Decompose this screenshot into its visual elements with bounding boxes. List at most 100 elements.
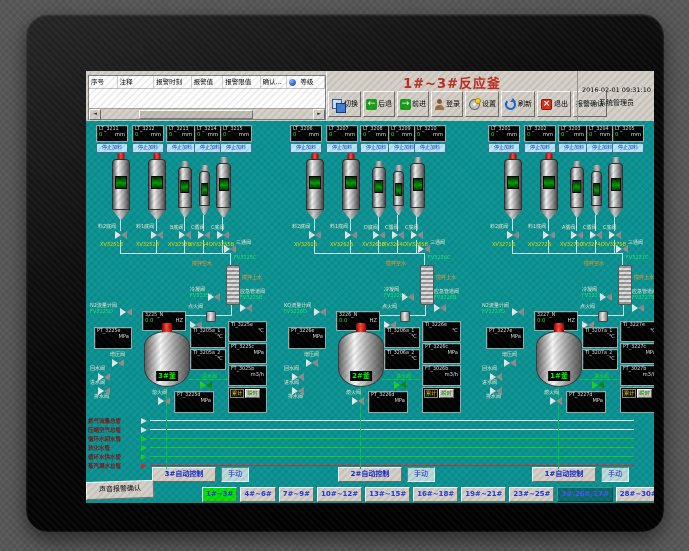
three-way-valve-icon[interactable] — [418, 245, 430, 254]
auto-control-button[interactable]: 3#自动控制 — [152, 467, 216, 482]
pipe — [512, 219, 513, 231]
auto-control-button[interactable]: 1#自动控制 — [532, 467, 596, 482]
feed-status-label[interactable]: 停止加料 — [220, 143, 252, 153]
valve-icon[interactable] — [504, 359, 516, 368]
inline-filter — [598, 311, 608, 322]
valve-icon[interactable] — [208, 293, 220, 302]
nav-page-button[interactable]: 28#~30# — [616, 487, 654, 502]
nav-page-button[interactable]: 13#~15# — [365, 487, 410, 502]
nav-page-button[interactable]: 7#~9# — [279, 487, 314, 502]
temperature-display: TI_3205a_2℃ — [190, 349, 226, 370]
totalizer-mode-button[interactable]: 累计 — [230, 389, 244, 398]
settings-button[interactable]: 设置 — [465, 91, 499, 117]
valve-icon[interactable] — [434, 304, 446, 313]
valve-icon[interactable] — [240, 304, 252, 313]
valve-icon[interactable] — [314, 308, 326, 317]
switch-button[interactable]: 切换 — [328, 91, 361, 117]
valve-icon[interactable] — [151, 231, 163, 240]
forward-button[interactable]: 前进 — [397, 91, 429, 117]
valve-icon[interactable] — [394, 381, 406, 390]
valve-icon[interactable] — [352, 397, 364, 406]
instant-mode-button[interactable]: 瞬时 — [637, 389, 651, 398]
scroll-right-button[interactable]: ► — [313, 109, 325, 120]
alarm-table: 序号 注释 报警时刻 报警值 报警限值 确认... 等级 ◄ ► — [88, 75, 326, 120]
valve-icon[interactable] — [571, 231, 583, 240]
auto-control-button[interactable]: 2#自动控制 — [338, 467, 402, 482]
valve-icon[interactable] — [592, 381, 604, 390]
valve-icon[interactable] — [200, 381, 212, 390]
tank-level-screen — [572, 180, 581, 193]
valve-label: 增压阀 — [304, 351, 319, 358]
valve-icon[interactable] — [632, 304, 644, 313]
valve-icon[interactable] — [590, 231, 602, 240]
login-button[interactable]: 登录 — [431, 91, 463, 117]
scrollbar-thumb[interactable] — [139, 110, 253, 119]
feed-status-label[interactable]: 停止加料 — [132, 143, 164, 153]
nav-page-button[interactable]: 4#~6# — [240, 487, 275, 502]
alarm-table-scrollbar[interactable]: ◄ ► — [89, 108, 325, 119]
instant-mode-button[interactable]: 瞬时 — [439, 389, 453, 398]
feed-status-label[interactable]: 停止加料 — [612, 143, 644, 153]
nav-page-button[interactable]: 19#~21# — [461, 487, 506, 502]
metering-tank — [199, 165, 210, 215]
valve-icon[interactable] — [306, 359, 318, 368]
valve-icon[interactable] — [490, 387, 502, 396]
valve-icon[interactable] — [309, 231, 321, 240]
feed-status-label[interactable]: 停止加料 — [290, 143, 322, 153]
level-display: LT_32030mm — [558, 125, 587, 142]
valve-icon[interactable] — [292, 373, 304, 382]
valve-icon[interactable] — [179, 231, 191, 240]
valve-icon[interactable] — [490, 373, 502, 382]
valve-icon[interactable] — [392, 231, 404, 240]
metering-tank — [570, 161, 584, 217]
metering-tank — [178, 161, 192, 217]
valve-icon[interactable] — [198, 231, 210, 240]
nav-page-button[interactable]: 23#~25# — [509, 487, 554, 502]
valve-icon[interactable] — [411, 231, 423, 240]
valve-icon[interactable] — [292, 387, 304, 396]
feed-status-label[interactable]: 停止加料 — [96, 143, 128, 153]
manual-mode-button[interactable]: 手动 — [407, 467, 435, 482]
valve-icon[interactable] — [507, 231, 519, 240]
valve-icon[interactable] — [112, 359, 124, 368]
valve-label: C底阀 — [603, 224, 617, 231]
flow-display: FT_3027bm3/h — [620, 365, 654, 386]
feed-status-label[interactable]: 停止加料 — [326, 143, 358, 153]
feed-status-label[interactable]: 停止加料 — [524, 143, 556, 153]
back-button[interactable]: 后退 — [363, 91, 395, 117]
valve-icon[interactable] — [600, 293, 612, 302]
feed-status-label[interactable]: 停止加料 — [414, 143, 446, 153]
refresh-button[interactable]: 刷新 — [501, 91, 535, 117]
valve-icon[interactable] — [98, 373, 110, 382]
nav-page-button[interactable]: 10#~12# — [317, 487, 362, 502]
manual-mode-button[interactable]: 手动 — [221, 467, 249, 482]
exit-button[interactable]: 退出 — [537, 91, 571, 117]
nav-page-button[interactable]: 16#~18# — [413, 487, 458, 502]
pipe-header-line — [150, 447, 634, 448]
feed-status-label[interactable]: 停止加料 — [488, 143, 520, 153]
nav-page-button[interactable]: 3#,26#,27# — [557, 487, 612, 502]
valve-icon[interactable] — [98, 387, 110, 396]
valve-icon[interactable] — [120, 308, 132, 317]
scroll-left-button[interactable]: ◄ — [89, 109, 101, 120]
valve-icon[interactable] — [217, 231, 229, 240]
valve-icon[interactable] — [115, 231, 127, 240]
sound-alarm-ack-button[interactable]: 声音报警确认 — [86, 480, 154, 500]
totalizer-mode-button[interactable]: 累计 — [622, 389, 636, 398]
valve-icon[interactable] — [512, 308, 524, 317]
three-way-valve-icon[interactable] — [616, 245, 628, 254]
three-way-valve-icon[interactable] — [224, 245, 236, 254]
valve-icon[interactable] — [373, 231, 385, 240]
valve-tag: FV3226C — [428, 255, 451, 261]
valve-icon[interactable] — [609, 231, 621, 240]
valve-icon[interactable] — [345, 231, 357, 240]
valve-icon[interactable] — [158, 397, 170, 406]
totalizer-mode-button[interactable]: 累计 — [424, 389, 438, 398]
instant-mode-button[interactable]: 瞬时 — [245, 389, 259, 398]
valve-icon[interactable] — [543, 231, 555, 240]
manual-mode-button[interactable]: 手动 — [601, 467, 629, 482]
valve-icon[interactable] — [402, 293, 414, 302]
valve-icon[interactable] — [550, 397, 562, 406]
nav-page-button[interactable]: 1#~3# — [202, 487, 237, 502]
valve-label: 进水阀 — [594, 373, 609, 380]
